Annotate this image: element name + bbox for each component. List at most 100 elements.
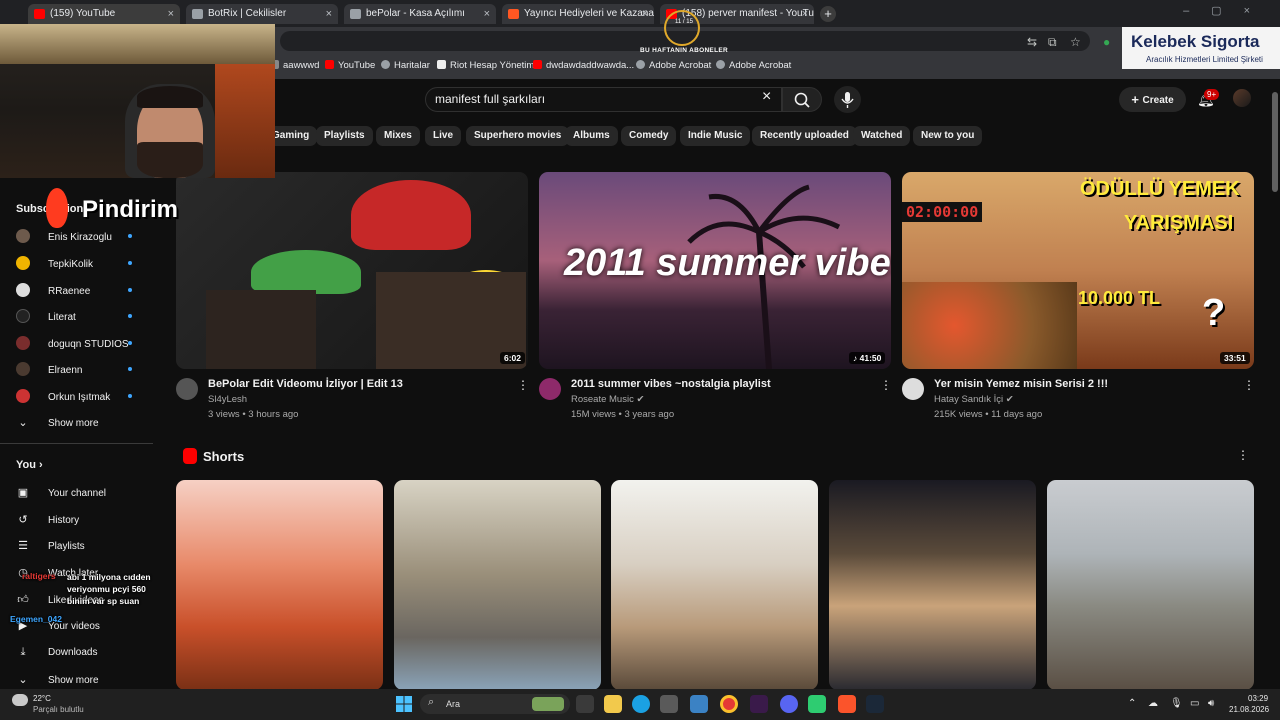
star-icon[interactable]: ☆	[1070, 35, 1081, 49]
avatar[interactable]	[1233, 89, 1251, 107]
bookmark-item[interactable]: Adobe Acrobat	[636, 60, 711, 71]
clock-time[interactable]: 03:29	[1248, 694, 1268, 703]
search-input-value[interactable]: manifest full şarkıları	[435, 92, 545, 106]
chip-playlists[interactable]: Playlists	[316, 126, 373, 146]
video-title[interactable]: BePolar Edit Videomu İzliyor | Edit 13	[208, 378, 403, 390]
sidebar-item-label: History	[48, 515, 80, 526]
cast-icon[interactable]: ⧉	[1048, 35, 1057, 50]
chip-indie-music[interactable]: Indie Music	[680, 126, 751, 146]
create-button[interactable]: + Create	[1119, 87, 1186, 112]
file-explorer-icon[interactable]	[604, 695, 622, 713]
bookmark-item[interactable]: aawwwd	[270, 60, 319, 71]
bookmark-item[interactable]: dwdawdaddwawda...	[533, 60, 634, 71]
short-thumbnail[interactable]	[829, 480, 1036, 690]
subscription-item[interactable]: Orkun Işıtmak	[16, 389, 110, 403]
subscription-item[interactable]: TepkiKolik	[16, 256, 93, 270]
mail-icon[interactable]	[690, 695, 708, 713]
app-icon[interactable]	[750, 695, 768, 713]
chip-superhero-movies[interactable]: Superhero movies	[466, 126, 570, 146]
chip-recently-uploaded[interactable]: Recently uploaded	[752, 126, 857, 146]
more-options-icon[interactable]: ⋮	[880, 378, 892, 392]
subscription-item[interactable]: doguqn STUDIOS	[16, 336, 129, 350]
chip-albums[interactable]: Albums	[565, 126, 618, 146]
speaker-icon[interactable]: 🔊︎	[1208, 698, 1214, 709]
more-options-icon[interactable]: ⋮	[1243, 378, 1255, 392]
store-icon[interactable]	[660, 695, 678, 713]
more-options-icon[interactable]: ⋮	[517, 378, 529, 392]
short-thumbnail[interactable]	[611, 480, 818, 690]
chip-comedy[interactable]: Comedy	[621, 126, 677, 146]
bookmark-item[interactable]: Adobe Acrobat	[716, 60, 791, 71]
scrollbar-thumb[interactable]	[1272, 92, 1278, 192]
sidebar-item-your-channel[interactable]: ▣ Your channel	[16, 486, 106, 499]
translate-icon[interactable]: ⇆	[1027, 35, 1037, 49]
channel-avatar[interactable]	[176, 378, 198, 400]
video-title[interactable]: 2011 summer vibes ~nostalgia playlist	[571, 378, 771, 390]
chip-new-to-you[interactable]: New to you	[913, 126, 983, 146]
discord-icon[interactable]	[780, 695, 798, 713]
tab-bepolar[interactable]: bePolar - Kasa Açılımı ×	[344, 4, 496, 24]
steam-icon[interactable]	[866, 695, 884, 713]
monitor-icon[interactable]: ▭	[1190, 698, 1199, 709]
short-thumbnail[interactable]	[176, 480, 383, 690]
subscription-item[interactable]: Literat	[16, 309, 76, 323]
chip-watched[interactable]: Watched	[853, 126, 911, 146]
app-icon[interactable]	[808, 695, 826, 713]
close-icon[interactable]: ×	[642, 4, 648, 24]
weather-icon[interactable]	[12, 694, 28, 706]
video-title[interactable]: Yer misin Yemez misin Serisi 2 !!!	[934, 378, 1108, 390]
task-view-icon[interactable]	[576, 695, 594, 713]
close-icon[interactable]: ×	[802, 4, 808, 24]
you-heading[interactable]: You ›	[16, 459, 43, 471]
video-channel[interactable]: Sl4yLesh	[208, 394, 247, 405]
tab-botrix[interactable]: BotRix | Cekilisler ×	[186, 4, 338, 24]
sidebar-item-playlists[interactable]: ☰ Playlists	[16, 539, 85, 552]
chip-live[interactable]: Live	[425, 126, 462, 146]
more-options-icon[interactable]: ⋮	[1237, 448, 1249, 462]
short-thumbnail[interactable]	[1047, 480, 1254, 690]
video-thumbnail[interactable]	[176, 172, 528, 369]
video-channel[interactable]: Hatay Sandık İçi ✔︎	[934, 394, 1014, 405]
show-more-you[interactable]: ⌄ Show more	[16, 673, 98, 686]
video-thumbnail[interactable]: 2011 summer vibes	[539, 172, 891, 369]
new-tab-button[interactable]: +	[820, 6, 836, 22]
search-button[interactable]	[782, 87, 822, 112]
extension-icon[interactable]: ●	[1103, 35, 1110, 49]
bookmark-item[interactable]: Riot Hesap Yönetimi	[437, 60, 536, 71]
subscription-item[interactable]: RRaenee	[16, 283, 90, 297]
edge-icon[interactable]	[632, 695, 650, 713]
globe-icon	[716, 60, 725, 69]
clear-icon[interactable]: ×	[762, 88, 771, 106]
chip-mixes[interactable]: Mixes	[376, 126, 420, 146]
mic-icon[interactable]: 🎙︎	[1170, 698, 1183, 709]
bookmark-item[interactable]: Haritalar	[381, 60, 430, 71]
channel-avatar[interactable]	[902, 378, 924, 400]
chevron-up-icon[interactable]: ⌃	[1128, 698, 1136, 709]
clock-date[interactable]: 21.08.2026	[1229, 705, 1269, 714]
tab-yayinci[interactable]: Yayıncı Hediyeleri ve Kazananla ×	[502, 4, 654, 24]
show-more-subscriptions[interactable]: ⌄ Show more	[16, 416, 98, 429]
sidebar-item-downloads[interactable]: ⤓ Downloads	[16, 646, 98, 659]
bookmark-item[interactable]: YouTube	[325, 60, 375, 71]
voice-search-button[interactable]	[834, 86, 861, 113]
close-icon[interactable]: ×	[484, 4, 490, 24]
subscription-item[interactable]: Enis Kirazoglu	[16, 229, 112, 243]
close-icon[interactable]: ×	[168, 4, 174, 24]
short-thumbnail[interactable]	[394, 480, 601, 690]
tab-youtube[interactable]: (159) YouTube ×	[28, 4, 180, 24]
taskbar-search[interactable]: ⌕ Ara	[420, 694, 570, 714]
video-channel[interactable]: Roseate Music ✔︎	[571, 394, 644, 405]
close-icon[interactable]: ×	[326, 4, 332, 24]
window-controls[interactable]: –▢×	[1183, 4, 1272, 17]
video-thumbnail[interactable]: 02:00:00 ÖDÜLLÜ YEMEK YARIŞMASI 10.000 T…	[902, 172, 1254, 369]
search-icon: ⌕	[428, 696, 435, 708]
chrome-icon[interactable]	[720, 695, 738, 713]
subscription-item[interactable]: Elraenn	[16, 362, 82, 376]
youtube-icon	[325, 60, 334, 69]
weather-temp: 22°C	[33, 694, 51, 703]
brave-icon[interactable]	[838, 695, 856, 713]
cloud-icon[interactable]: ☁	[1148, 698, 1158, 709]
channel-avatar[interactable]	[539, 378, 561, 400]
start-button[interactable]	[396, 696, 412, 712]
sidebar-item-history[interactable]: ↺ History	[16, 513, 79, 526]
